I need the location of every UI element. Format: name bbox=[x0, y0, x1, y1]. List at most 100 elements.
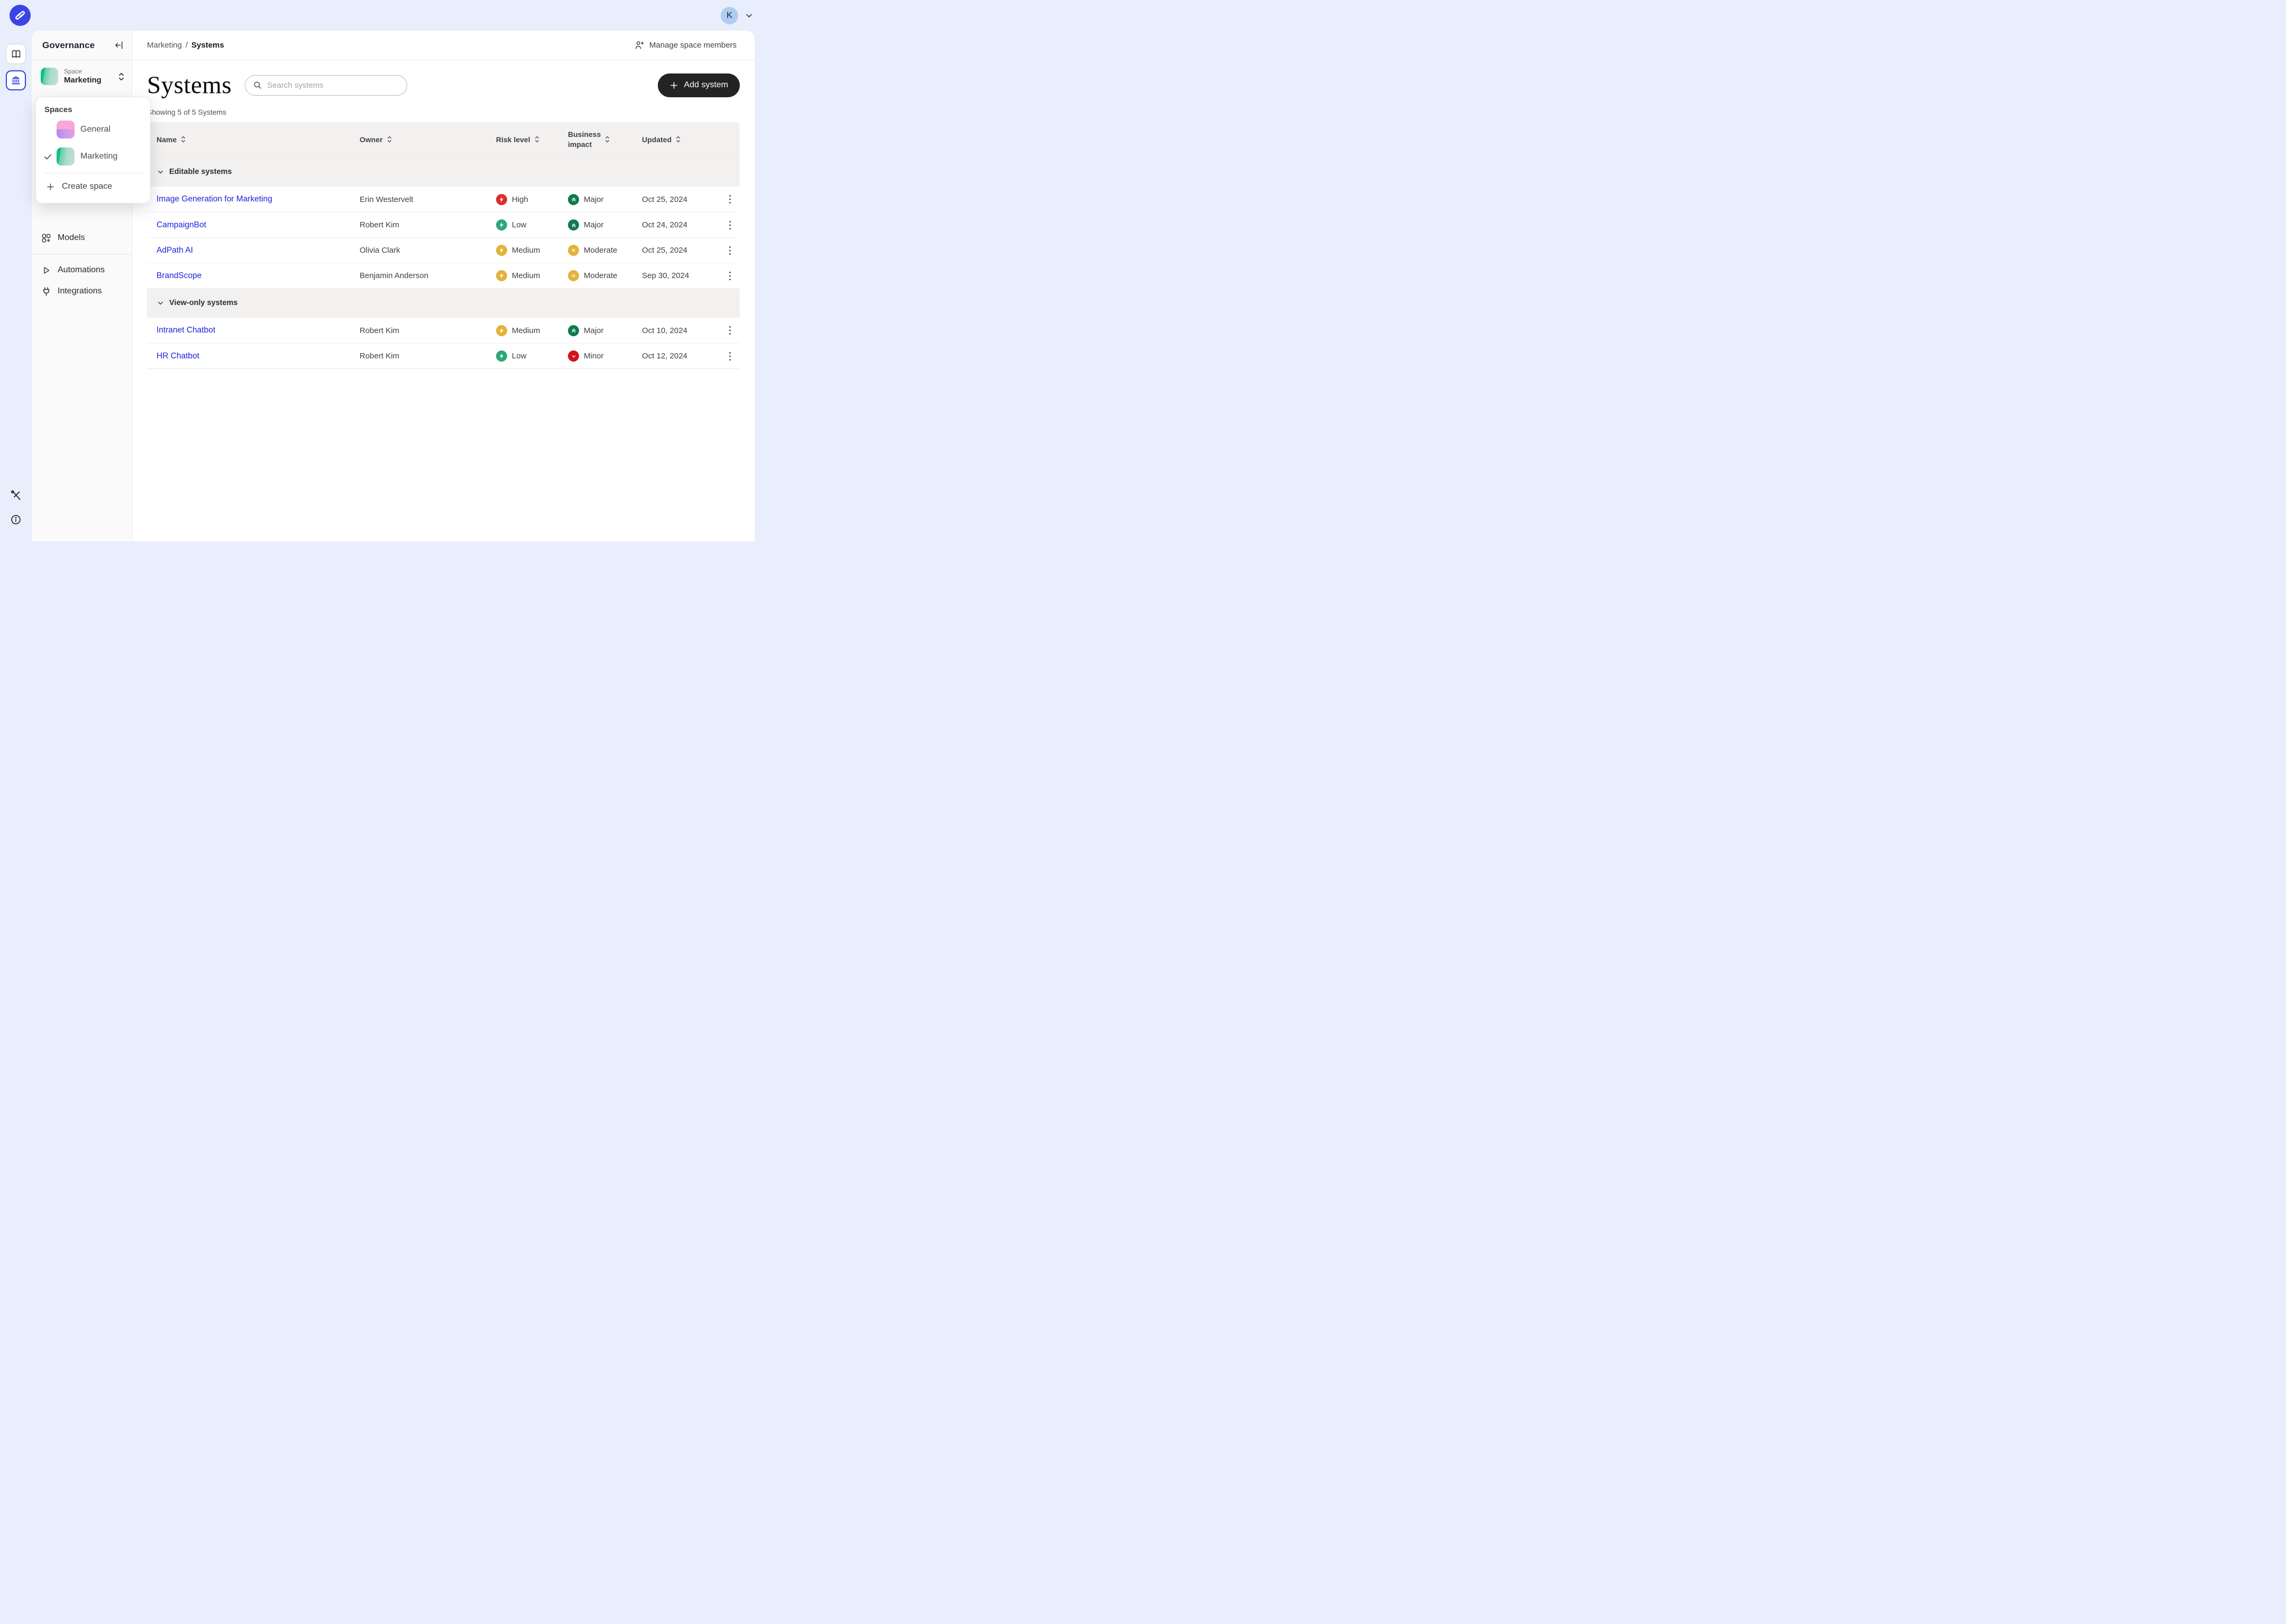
column-header-business-impact[interactable]: Business impact bbox=[568, 130, 642, 149]
sidebar-item-models[interactable]: Models bbox=[32, 227, 132, 248]
row-actions-kebab-icon[interactable] bbox=[729, 325, 740, 336]
column-header-updated[interactable]: Updated bbox=[642, 135, 710, 144]
updated-cell: Sep 30, 2024 bbox=[642, 271, 710, 280]
section-label: Editable systems bbox=[169, 168, 232, 176]
impact-major-double-chevron-up-icon bbox=[568, 325, 579, 336]
manage-space-members-button[interactable]: Manage space members bbox=[635, 40, 737, 50]
spaces-menu-item-marketing[interactable]: Marketing bbox=[43, 145, 143, 168]
owner-cell: Robert Kim bbox=[360, 352, 496, 361]
table-header-row: Name Owner Risk level Business impa bbox=[147, 122, 740, 157]
sidebar-item-integrations[interactable]: Integrations bbox=[32, 281, 132, 302]
impact-minor-chevron-down-icon bbox=[568, 350, 579, 362]
space-selector[interactable]: Space Marketing bbox=[32, 60, 132, 93]
impact-label: Minor bbox=[584, 352, 604, 361]
system-link[interactable]: HR Chatbot bbox=[157, 352, 199, 361]
column-header-owner[interactable]: Owner bbox=[360, 135, 496, 144]
top-bar: K bbox=[0, 0, 762, 31]
owner-cell: Erin Westervelt bbox=[360, 195, 496, 204]
results-count: Showing 5 of 5 Systems bbox=[147, 108, 740, 116]
row-actions-kebab-icon[interactable] bbox=[729, 245, 740, 256]
system-link[interactable]: CampaignBot bbox=[157, 220, 206, 229]
row-actions-kebab-icon[interactable] bbox=[729, 194, 740, 205]
impact-label: Moderate bbox=[584, 246, 617, 255]
create-space-button[interactable]: Create space bbox=[43, 176, 143, 198]
app-logo[interactable] bbox=[10, 5, 31, 26]
spaces-dropdown-menu: Spaces General Marketing Create space bbox=[35, 97, 151, 204]
risk-label: Medium bbox=[512, 271, 540, 280]
updated-cell: Oct 24, 2024 bbox=[642, 220, 710, 229]
person-plus-icon bbox=[635, 40, 645, 50]
updated-cell: Oct 12, 2024 bbox=[642, 352, 710, 361]
table-row: CampaignBot Robert Kim Low Major Oct 24,… bbox=[147, 212, 740, 237]
system-name-cell: HR Chatbot bbox=[147, 352, 360, 361]
impact-label: Major bbox=[584, 195, 604, 204]
plug-icon bbox=[41, 287, 51, 297]
risk-label: Medium bbox=[512, 326, 540, 335]
breadcrumb-separator: / bbox=[186, 41, 188, 50]
section-label: View-only systems bbox=[169, 299, 238, 307]
risk-low-bolt-icon bbox=[496, 219, 507, 230]
impact-moderate-equals-icon bbox=[568, 270, 579, 281]
app-root: K bbox=[0, 0, 762, 541]
system-link[interactable]: Intranet Chatbot bbox=[157, 326, 215, 335]
add-system-button[interactable]: Add system bbox=[658, 73, 740, 97]
breadcrumb-space[interactable]: Marketing bbox=[147, 41, 182, 50]
breadcrumb: Marketing / Systems bbox=[147, 41, 224, 50]
sidebar-item-label: Models bbox=[58, 233, 85, 243]
checkmark-icon bbox=[43, 152, 57, 161]
collapse-sidebar-icon[interactable] bbox=[114, 40, 124, 50]
row-actions-kebab-icon[interactable] bbox=[729, 271, 740, 281]
risk-label: High bbox=[512, 195, 528, 204]
section-header-editable-systems[interactable]: Editable systems bbox=[147, 157, 740, 187]
user-avatar[interactable]: K bbox=[721, 7, 738, 24]
risk-badge: Low bbox=[496, 350, 568, 362]
system-link[interactable]: Image Generation for Marketing bbox=[157, 195, 272, 204]
impact-label: Moderate bbox=[584, 271, 617, 280]
create-space-label: Create space bbox=[62, 182, 112, 191]
risk-badge: Medium bbox=[496, 270, 568, 281]
impact-major-double-chevron-up-icon bbox=[568, 194, 579, 205]
tools-icon[interactable] bbox=[10, 490, 22, 501]
impact-badge: Minor bbox=[568, 350, 642, 362]
user-menu-chevron-icon[interactable] bbox=[745, 11, 754, 20]
impact-major-double-chevron-up-icon bbox=[568, 219, 579, 230]
sort-icon bbox=[675, 135, 681, 143]
sort-icon bbox=[180, 135, 186, 143]
row-actions-kebab-icon[interactable] bbox=[729, 351, 740, 362]
rail-bottom bbox=[10, 490, 22, 525]
manage-space-members-label: Manage space members bbox=[649, 41, 737, 50]
section-header-view-only-systems[interactable]: View-only systems bbox=[147, 288, 740, 318]
space-selector-value: Marketing bbox=[64, 76, 102, 85]
page-title: Systems bbox=[147, 71, 232, 99]
rail-docs-button[interactable] bbox=[6, 44, 26, 64]
updated-cell: Oct 25, 2024 bbox=[642, 195, 710, 204]
sidebar-item-automations[interactable]: Automations bbox=[32, 260, 132, 281]
column-header-risk-level[interactable]: Risk level bbox=[496, 135, 568, 144]
space-avatar-general bbox=[57, 121, 75, 139]
play-icon bbox=[41, 265, 51, 275]
table-row: Image Generation for Marketing Erin West… bbox=[147, 187, 740, 212]
updated-cell: Oct 25, 2024 bbox=[642, 246, 710, 255]
column-label: Name bbox=[157, 135, 177, 144]
system-link[interactable]: AdPath AI bbox=[157, 246, 193, 255]
plus-icon bbox=[669, 81, 678, 90]
system-name-cell: Image Generation for Marketing bbox=[147, 195, 360, 204]
column-label: Risk level bbox=[496, 135, 530, 144]
space-item-label: Marketing bbox=[80, 152, 117, 161]
column-header-name[interactable]: Name bbox=[147, 135, 360, 144]
table-row: Intranet Chatbot Robert Kim Medium Major… bbox=[147, 318, 740, 343]
row-actions-kebab-icon[interactable] bbox=[729, 220, 740, 230]
table-row: BrandScope Benjamin Anderson Medium Mode… bbox=[147, 263, 740, 288]
system-name-cell: BrandScope bbox=[147, 271, 360, 281]
chevron-down-icon bbox=[157, 299, 164, 307]
impact-badge: Moderate bbox=[568, 245, 642, 256]
rail-governance-button[interactable] bbox=[6, 70, 26, 90]
spaces-menu-item-general[interactable]: General bbox=[43, 118, 143, 141]
info-icon[interactable] bbox=[10, 514, 22, 525]
risk-badge: Low bbox=[496, 219, 568, 230]
space-avatar-marketing bbox=[57, 147, 75, 165]
chevron-down-icon bbox=[157, 168, 164, 176]
system-link[interactable]: BrandScope bbox=[157, 271, 201, 280]
search-input[interactable] bbox=[267, 81, 399, 90]
impact-label: Major bbox=[584, 220, 604, 229]
